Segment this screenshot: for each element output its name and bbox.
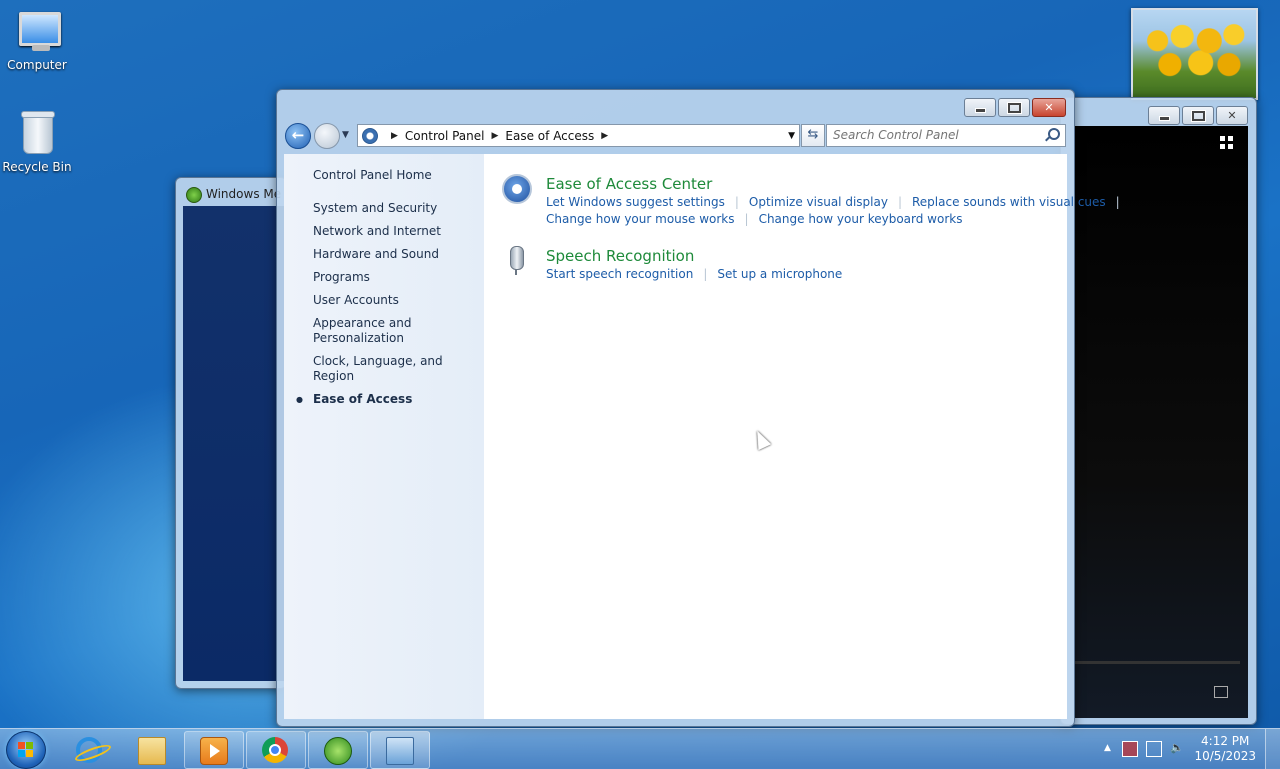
chevron-right-icon[interactable]: ▶: [492, 131, 499, 141]
close-icon: ✕: [1044, 101, 1054, 114]
sidebar-item-home[interactable]: Control Panel Home: [284, 168, 473, 183]
minimize-button[interactable]: [1148, 106, 1180, 125]
navigation-bar: ← ▼ ▶ Control Panel ▶ Ease of Access ▶ ▼…: [285, 122, 1066, 149]
link-visual-cues[interactable]: Replace sounds with visual cues: [912, 195, 1106, 209]
link-keyboard-settings[interactable]: Change how your keyboard works: [759, 212, 963, 226]
back-button[interactable]: ←: [285, 123, 311, 149]
chrome-icon: [262, 737, 288, 763]
network-icon[interactable]: [1146, 741, 1162, 757]
media-center-icon: [186, 187, 202, 203]
desktop-icon-label: Computer: [7, 58, 67, 72]
address-bar[interactable]: ▶ Control Panel ▶ Ease of Access ▶ ▼: [357, 124, 800, 147]
internet-explorer-icon: [76, 737, 102, 763]
chevron-down-icon[interactable]: ▼: [788, 131, 795, 141]
sidebar: Control Panel Home System and Security N…: [284, 154, 484, 719]
main-panel: Ease of Access Center Let Windows sugges…: [484, 154, 1120, 719]
refresh-button[interactable]: ⇆: [801, 124, 825, 147]
clock-time: 4:12 PM: [1201, 734, 1250, 748]
link-suggest-settings[interactable]: Let Windows suggest settings: [546, 195, 725, 209]
slideshow-gadget[interactable]: [1131, 8, 1258, 100]
sidebar-item-user-accounts[interactable]: User Accounts: [284, 293, 473, 308]
media-center-content[interactable]: [183, 206, 286, 681]
control-panel-icon: [362, 127, 378, 144]
search-icon[interactable]: [1048, 128, 1060, 140]
window-title: Windows Me: [206, 187, 282, 201]
category-title[interactable]: Ease of Access Center: [546, 174, 1067, 194]
media-player-icon: [200, 737, 228, 765]
category-title[interactable]: Speech Recognition: [546, 246, 1067, 266]
media-player-window[interactable]: ✕: [1060, 97, 1257, 725]
link-setup-microphone[interactable]: Set up a microphone: [717, 267, 842, 281]
switch-view-icon[interactable]: [1220, 136, 1234, 150]
close-button[interactable]: ✕: [1032, 98, 1066, 117]
chevron-right-icon[interactable]: ▶: [391, 131, 398, 141]
sidebar-item-appearance[interactable]: Appearance and Personalization: [284, 316, 423, 346]
taskbar-internet-explorer[interactable]: [60, 731, 120, 769]
sidebar-item-ease-of-access[interactable]: Ease of Access: [284, 392, 473, 407]
control-panel-icon: [386, 737, 414, 765]
desktop-icon-label: Recycle Bin: [2, 160, 72, 174]
desktop-icon-recycle-bin[interactable]: Recycle Bin: [0, 110, 74, 174]
clock[interactable]: 4:12 PM 10/5/2023: [1194, 734, 1256, 764]
seek-bar[interactable]: [1075, 661, 1240, 664]
control-panel-content: Control Panel Home System and Security N…: [284, 154, 1120, 719]
media-player-content[interactable]: [1075, 126, 1248, 718]
clock-date: 10/5/2023: [1194, 749, 1256, 763]
taskbar-control-panel[interactable]: [370, 731, 430, 769]
recycle-bin-icon: [13, 110, 61, 158]
sidebar-item-clock-language-region[interactable]: Clock, Language, and Region: [284, 354, 473, 384]
media-center-icon: [324, 737, 352, 765]
sidebar-item-system-and-security[interactable]: System and Security: [284, 201, 473, 216]
sidebar-item-programs[interactable]: Programs: [284, 270, 473, 285]
taskbar-file-explorer[interactable]: [122, 731, 182, 769]
taskbar-media-player[interactable]: [184, 731, 244, 769]
microphone-icon[interactable]: [502, 246, 532, 276]
recent-pages-button[interactable]: ▼: [342, 130, 349, 140]
link-start-speech[interactable]: Start speech recognition: [546, 267, 693, 281]
taskbar: ▲ 🔈 4:12 PM 10/5/2023: [0, 728, 1280, 769]
windows-logo-icon: [18, 742, 34, 758]
system-tray: ▲ 🔈 4:12 PM 10/5/2023: [1090, 729, 1280, 769]
taskbar-chrome[interactable]: [246, 731, 306, 769]
breadcrumb-ease-of-access[interactable]: Ease of Access: [505, 129, 594, 143]
minimize-button[interactable]: [964, 98, 996, 117]
volume-muted-icon[interactable]: 🔈: [1170, 741, 1184, 755]
action-center-icon[interactable]: [1122, 741, 1138, 757]
taskbar-media-center[interactable]: [308, 731, 368, 769]
sidebar-item-network-and-internet[interactable]: Network and Internet: [284, 224, 473, 239]
breadcrumb-control-panel[interactable]: Control Panel: [405, 129, 485, 143]
link-optimize-visual[interactable]: Optimize visual display: [749, 195, 888, 209]
show-desktop-button[interactable]: [1265, 729, 1280, 769]
forward-button[interactable]: [314, 123, 340, 149]
folder-icon: [138, 737, 166, 765]
close-button[interactable]: ✕: [1216, 106, 1248, 125]
search-box[interactable]: [826, 124, 1066, 147]
search-input[interactable]: [827, 125, 1039, 144]
chevron-right-icon[interactable]: ▶: [601, 131, 608, 141]
category-speech-recognition: Speech Recognition Start speech recognit…: [502, 246, 1067, 283]
ease-of-access-icon[interactable]: [502, 174, 532, 204]
maximize-button[interactable]: [1182, 106, 1214, 125]
show-hidden-icons-button[interactable]: ▲: [1104, 743, 1111, 753]
computer-icon: [13, 8, 61, 56]
link-mouse-settings[interactable]: Change how your mouse works: [546, 212, 735, 226]
sidebar-item-hardware-and-sound[interactable]: Hardware and Sound: [284, 247, 473, 262]
maximize-button[interactable]: [998, 98, 1030, 117]
desktop-icon-computer[interactable]: Computer: [0, 8, 74, 72]
category-ease-of-access-center: Ease of Access Center Let Windows sugges…: [502, 174, 1120, 228]
start-button[interactable]: [6, 731, 46, 769]
control-panel-window[interactable]: ✕ ← ▼ ▶ Control Panel ▶ Ease of Access ▶…: [276, 89, 1120, 727]
media-center-window[interactable]: Windows Me: [175, 177, 287, 689]
popout-icon[interactable]: [1214, 686, 1228, 698]
